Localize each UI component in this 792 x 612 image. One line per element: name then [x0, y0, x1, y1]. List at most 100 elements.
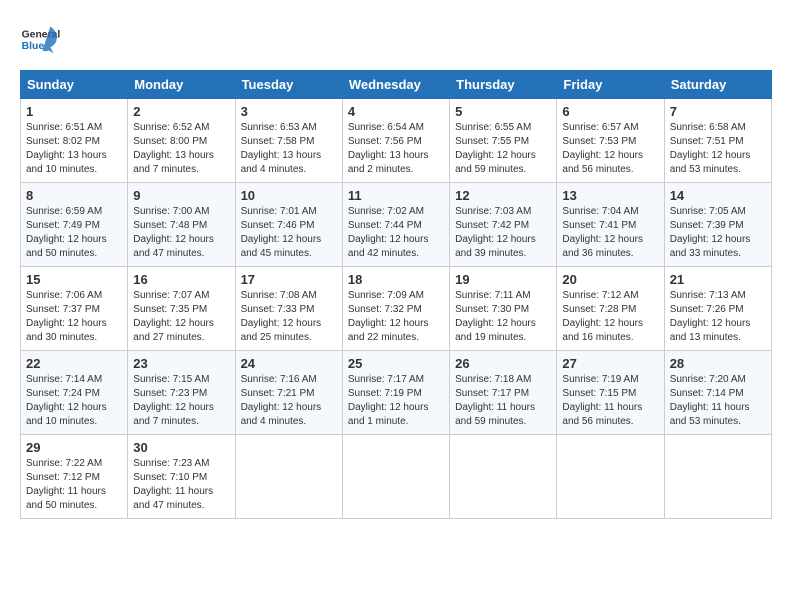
day-cell-23: 23 Sunrise: 7:15 AMSunset: 7:23 PMDayligh…: [128, 351, 235, 435]
day-cell-15: 15 Sunrise: 7:06 AMSunset: 7:37 PMDayligh…: [21, 267, 128, 351]
day-number: 13: [562, 188, 658, 203]
logo: General Blue: [20, 20, 64, 60]
day-info: Sunrise: 7:04 AMSunset: 7:41 PMDaylight:…: [562, 206, 643, 259]
col-header-thursday: Thursday: [450, 71, 557, 99]
day-number: 15: [26, 272, 122, 287]
day-number: 3: [241, 104, 337, 119]
day-number: 18: [348, 272, 444, 287]
day-info: Sunrise: 6:57 AMSunset: 7:53 PMDaylight:…: [562, 122, 643, 175]
day-cell-9: 9 Sunrise: 7:00 AMSunset: 7:48 PMDaylight…: [128, 183, 235, 267]
col-header-saturday: Saturday: [664, 71, 771, 99]
day-number: 27: [562, 356, 658, 371]
day-info: Sunrise: 7:14 AMSunset: 7:24 PMDaylight:…: [26, 374, 107, 427]
day-info: Sunrise: 6:58 AMSunset: 7:51 PMDaylight:…: [670, 122, 751, 175]
day-cell-1: 1 Sunrise: 6:51 AMSunset: 8:02 PMDaylight…: [21, 99, 128, 183]
day-number: 6: [562, 104, 658, 119]
day-info: Sunrise: 7:12 AMSunset: 7:28 PMDaylight:…: [562, 290, 643, 343]
day-cell-3: 3 Sunrise: 6:53 AMSunset: 7:58 PMDaylight…: [235, 99, 342, 183]
day-cell-11: 11 Sunrise: 7:02 AMSunset: 7:44 PMDayligh…: [342, 183, 449, 267]
day-cell-24: 24Sunrise: 7:16 AMSunset: 7:21 PMDayligh…: [235, 351, 342, 435]
day-info: Sunrise: 7:08 AMSunset: 7:33 PMDaylight:…: [241, 290, 322, 343]
day-info: Sunrise: 7:02 AMSunset: 7:44 PMDaylight:…: [348, 206, 429, 259]
day-number: 4: [348, 104, 444, 119]
empty-cell: [450, 435, 557, 519]
day-number: 20: [562, 272, 658, 287]
col-header-sunday: Sunday: [21, 71, 128, 99]
day-info: Sunrise: 6:54 AMSunset: 7:56 PMDaylight:…: [348, 122, 429, 175]
day-info: Sunrise: 6:51 AMSunset: 8:02 PMDaylight:…: [26, 122, 107, 175]
day-number: 19: [455, 272, 551, 287]
day-cell-22: 22 Sunrise: 7:14 AMSunset: 7:24 PMDayligh…: [21, 351, 128, 435]
day-number: 1: [26, 104, 122, 119]
day-info: Sunrise: 7:18 AMSunset: 7:17 PMDaylight:…: [455, 374, 535, 427]
col-header-friday: Friday: [557, 71, 664, 99]
col-header-monday: Monday: [128, 71, 235, 99]
svg-text:Blue: Blue: [22, 41, 45, 52]
day-number: 26: [455, 356, 551, 371]
day-cell-6: 6 Sunrise: 6:57 AMSunset: 7:53 PMDaylight…: [557, 99, 664, 183]
day-number: 2: [133, 104, 229, 119]
day-number: 11: [348, 188, 444, 203]
day-cell-20: 20 Sunrise: 7:12 AMSunset: 7:28 PMDayligh…: [557, 267, 664, 351]
day-info: Sunrise: 7:06 AMSunset: 7:37 PMDaylight:…: [26, 290, 107, 343]
day-info: Sunrise: 7:23 AMSunset: 7:10 PMDaylight:…: [133, 458, 213, 511]
day-number: 25: [348, 356, 444, 371]
day-info: Sunrise: 7:05 AMSunset: 7:39 PMDaylight:…: [670, 206, 751, 259]
day-info: Sunrise: 7:16 AMSunset: 7:21 PMDaylight:…: [241, 374, 322, 427]
col-header-tuesday: Tuesday: [235, 71, 342, 99]
day-info: Sunrise: 7:07 AMSunset: 7:35 PMDaylight:…: [133, 290, 214, 343]
day-info: Sunrise: 7:19 AMSunset: 7:15 PMDaylight:…: [562, 374, 642, 427]
day-number: 21: [670, 272, 766, 287]
day-number: 14: [670, 188, 766, 203]
day-info: Sunrise: 6:52 AMSunset: 8:00 PMDaylight:…: [133, 122, 214, 175]
day-info: Sunrise: 7:11 AMSunset: 7:30 PMDaylight:…: [455, 290, 536, 343]
day-cell-8: 8 Sunrise: 6:59 AMSunset: 7:49 PMDaylight…: [21, 183, 128, 267]
day-number: 30: [133, 440, 229, 455]
day-info: Sunrise: 6:59 AMSunset: 7:49 PMDaylight:…: [26, 206, 107, 259]
page-header: General Blue: [20, 20, 772, 60]
day-number: 7: [670, 104, 766, 119]
day-info: Sunrise: 7:00 AMSunset: 7:48 PMDaylight:…: [133, 206, 214, 259]
day-number: 10: [241, 188, 337, 203]
calendar-table: SundayMondayTuesdayWednesdayThursdayFrid…: [20, 70, 772, 519]
day-info: Sunrise: 7:13 AMSunset: 7:26 PMDaylight:…: [670, 290, 751, 343]
day-cell-13: 13 Sunrise: 7:04 AMSunset: 7:41 PMDayligh…: [557, 183, 664, 267]
day-info: Sunrise: 7:15 AMSunset: 7:23 PMDaylight:…: [133, 374, 214, 427]
empty-cell: [664, 435, 771, 519]
day-number: 16: [133, 272, 229, 287]
day-number: 8: [26, 188, 122, 203]
day-cell-28: 28 Sunrise: 7:20 AMSunset: 7:14 PMDayligh…: [664, 351, 771, 435]
empty-cell: [557, 435, 664, 519]
empty-cell: [235, 435, 342, 519]
day-info: Sunrise: 7:03 AMSunset: 7:42 PMDaylight:…: [455, 206, 536, 259]
day-info: Sunrise: 7:17 AMSunset: 7:19 PMDaylight:…: [348, 374, 429, 427]
day-number: 5: [455, 104, 551, 119]
day-cell-10: 10 Sunrise: 7:01 AMSunset: 7:46 PMDayligh…: [235, 183, 342, 267]
day-cell-29: 29 Sunrise: 7:22 AMSunset: 7:12 PMDayligh…: [21, 435, 128, 519]
day-number: 23: [133, 356, 229, 371]
day-number: 29: [26, 440, 122, 455]
day-cell-18: 18 Sunrise: 7:09 AMSunset: 7:32 PMDayligh…: [342, 267, 449, 351]
col-header-wednesday: Wednesday: [342, 71, 449, 99]
day-cell-26: 26 Sunrise: 7:18 AMSunset: 7:17 PMDayligh…: [450, 351, 557, 435]
day-info: Sunrise: 7:01 AMSunset: 7:46 PMDaylight:…: [241, 206, 322, 259]
day-number: 28: [670, 356, 766, 371]
day-cell-19: 19 Sunrise: 7:11 AMSunset: 7:30 PMDayligh…: [450, 267, 557, 351]
day-info: Sunrise: 7:22 AMSunset: 7:12 PMDaylight:…: [26, 458, 106, 511]
day-cell-12: 12 Sunrise: 7:03 AMSunset: 7:42 PMDayligh…: [450, 183, 557, 267]
day-cell-14: 14 Sunrise: 7:05 AMSunset: 7:39 PMDayligh…: [664, 183, 771, 267]
empty-cell: [342, 435, 449, 519]
day-info: Sunrise: 6:55 AMSunset: 7:55 PMDaylight:…: [455, 122, 536, 175]
day-number: 9: [133, 188, 229, 203]
day-cell-17: 17Sunrise: 7:08 AMSunset: 7:33 PMDayligh…: [235, 267, 342, 351]
day-cell-16: 16 Sunrise: 7:07 AMSunset: 7:35 PMDayligh…: [128, 267, 235, 351]
day-cell-21: 21 Sunrise: 7:13 AMSunset: 7:26 PMDayligh…: [664, 267, 771, 351]
day-info: Sunrise: 7:09 AMSunset: 7:32 PMDaylight:…: [348, 290, 429, 343]
day-info: Sunrise: 7:20 AMSunset: 7:14 PMDaylight:…: [670, 374, 750, 427]
day-info: Sunrise: 6:53 AMSunset: 7:58 PMDaylight:…: [241, 122, 322, 175]
day-cell-4: 4 Sunrise: 6:54 AMSunset: 7:56 PMDaylight…: [342, 99, 449, 183]
day-cell-25: 25 Sunrise: 7:17 AMSunset: 7:19 PMDayligh…: [342, 351, 449, 435]
day-cell-27: 27 Sunrise: 7:19 AMSunset: 7:15 PMDayligh…: [557, 351, 664, 435]
day-number: 22: [26, 356, 122, 371]
day-number: 12: [455, 188, 551, 203]
